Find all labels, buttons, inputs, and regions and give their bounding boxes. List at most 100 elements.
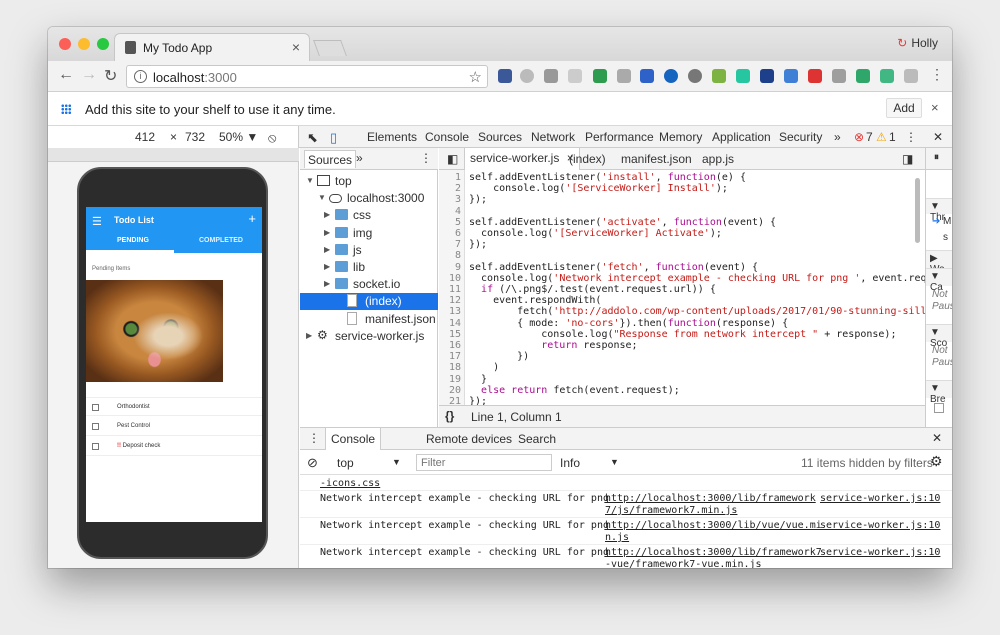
console-settings-gear-icon[interactable]: ⚙ [930,453,943,470]
code-line[interactable]: }) [469,351,529,362]
maximize-window-button[interactable] [97,38,109,50]
back-arrow-icon[interactable]: ← [58,66,74,84]
code-line[interactable]: self.addEventListener('activate', functi… [469,217,776,228]
infobar-close-icon[interactable]: × [931,100,939,115]
line-number[interactable]: 18 [449,362,461,373]
tab-application[interactable]: Application [712,130,771,144]
devtools-close-icon[interactable]: ✕ [933,130,943,144]
bookmark-star-icon[interactable]: ☆ [469,68,482,86]
drawer-tab-search[interactable]: Search [518,432,556,446]
code-line[interactable]: } [469,374,487,385]
devtools-menu-icon[interactable]: ⋮ [905,130,917,144]
line-number[interactable]: 15 [449,329,461,340]
navigator-more-button[interactable]: » [356,151,363,165]
tab-performance[interactable]: Performance [585,130,654,144]
code-line[interactable]: console.log('Network intercept example -… [469,273,925,284]
tab-sources[interactable]: Sources [473,130,527,150]
line-number[interactable]: 19 [449,374,461,385]
reload-icon[interactable]: ↻ [104,66,117,86]
add-to-shelf-button[interactable]: Add [886,98,922,118]
tree-item[interactable]: ▶ lib [300,259,438,276]
close-window-button[interactable] [59,38,71,50]
line-number[interactable]: 9 [455,262,461,273]
list-item[interactable]: Orthodontist [86,397,262,416]
profile-button[interactable]: ↻ Holly [897,36,938,50]
extension-icon-4[interactable] [568,69,582,83]
extension-icon-8[interactable] [664,69,678,83]
tab-completed[interactable]: COMPLETED [199,237,243,244]
hamburger-menu-icon[interactable]: ☰ [92,215,102,228]
editor-tab-service-worker[interactable]: service-worker.js × [464,148,580,170]
line-number[interactable]: 16 [449,340,461,351]
editor-tab-manifest[interactable]: manifest.json [621,152,692,166]
console-url-link[interactable]: http://localhost:3000/lib/vue/vue.mi n.j… [605,520,822,544]
console-url-link[interactable]: http://localhost:3000/lib/framework7 -vu… [605,547,822,568]
scope-section[interactable]: ▼ Sco [926,324,952,349]
browser-tab[interactable]: My Todo App × [114,33,310,61]
warning-icon[interactable]: ⚠ [876,130,887,144]
drawer-tab-remote-devices[interactable]: Remote devices [426,432,512,446]
thread-sw[interactable]: s [926,230,952,250]
navigator-tab-sources[interactable]: Sources [304,150,357,168]
code-line[interactable]: return response; [469,340,637,351]
tree-item[interactable]: ▶ socket.io [300,276,438,293]
code-area[interactable]: self.addEventListener('install', functio… [465,170,925,405]
site-info-icon[interactable]: i [134,70,147,83]
code-line[interactable]: event.respondWith( [469,295,601,306]
line-number[interactable]: 11 [449,284,461,295]
expand-arrow-icon[interactable]: ▶ [324,210,330,219]
line-number[interactable]: 2 [455,183,461,194]
code-line[interactable]: }); [469,239,487,250]
tree-item[interactable]: manifest.json [300,311,438,328]
device-mode-icon[interactable]: ▯ [330,130,337,146]
code-line[interactable]: if (/\.png$/.test(event.request.url)) { [469,284,716,295]
expand-arrow-icon[interactable]: ▶ [324,245,330,254]
device-height[interactable]: 732 [185,130,205,144]
tree-item[interactable]: ▶ ⚙ service-worker.js [300,328,438,345]
minimize-window-button[interactable] [78,38,90,50]
tree-item[interactable]: ▼ top [300,173,438,190]
pretty-print-icon[interactable]: {} [445,409,454,423]
code-line[interactable]: else return fetch(event.request); [469,385,680,396]
extension-icon-2[interactable] [520,69,534,83]
code-line[interactable]: fetch('http://addolo.com/wp-content/uplo… [469,306,925,317]
line-number[interactable]: 4 [455,206,461,217]
expand-arrow-icon[interactable]: ▶ [324,262,330,271]
context-select[interactable]: top ▼ [337,456,401,470]
address-bar[interactable]: i localhost:3000 ☆ [126,65,488,88]
clear-console-icon[interactable]: ⊘ [307,455,318,471]
extension-icon-9[interactable] [688,69,702,83]
line-number[interactable]: 5 [455,217,461,228]
line-number[interactable]: 6 [455,228,461,239]
thread-main[interactable]: ➔ M [926,214,952,230]
line-number[interactable]: 3 [455,194,461,205]
extension-icon-17[interactable] [880,69,894,83]
tab-security[interactable]: Security [779,130,822,144]
tree-item[interactable]: ▶ js [300,242,438,259]
drawer-tab-console[interactable]: Console [325,428,382,450]
console-filter-input[interactable] [416,454,552,471]
checkbox[interactable] [92,443,99,450]
line-number[interactable]: 14 [449,318,461,329]
line-number[interactable]: 8 [455,250,461,261]
menu-icon[interactable]: ⋮ [930,66,944,83]
code-line[interactable]: console.log('[ServiceWorker] Activate'); [469,228,722,239]
threads-section[interactable]: ▼ Thr [926,198,952,223]
inspect-element-icon[interactable]: ⬉ [307,130,318,146]
extension-icon-3[interactable] [544,69,558,83]
checkbox[interactable] [92,423,99,430]
warning-count[interactable]: 1 [889,130,896,144]
extension-icon-13[interactable] [784,69,798,83]
error-icon[interactable]: ⊗ [854,130,864,144]
breakpoints-section[interactable]: ▼ Bre [926,380,952,405]
drawer-menu-icon[interactable]: ⋮ [308,431,320,445]
add-todo-icon[interactable]: + [248,211,256,226]
extension-icon-18[interactable] [904,69,918,83]
code-line[interactable]: console.log("Response from network inter… [469,329,896,340]
close-tab-icon[interactable]: × [292,39,300,55]
line-number[interactable]: 20 [449,385,461,396]
editor-scrollbar[interactable] [915,178,920,243]
expand-arrow-icon[interactable]: ▼ [306,176,314,185]
callstack-section[interactable]: ▼ Ca [926,268,952,293]
pause-button[interactable]: ⏸ [926,148,952,170]
